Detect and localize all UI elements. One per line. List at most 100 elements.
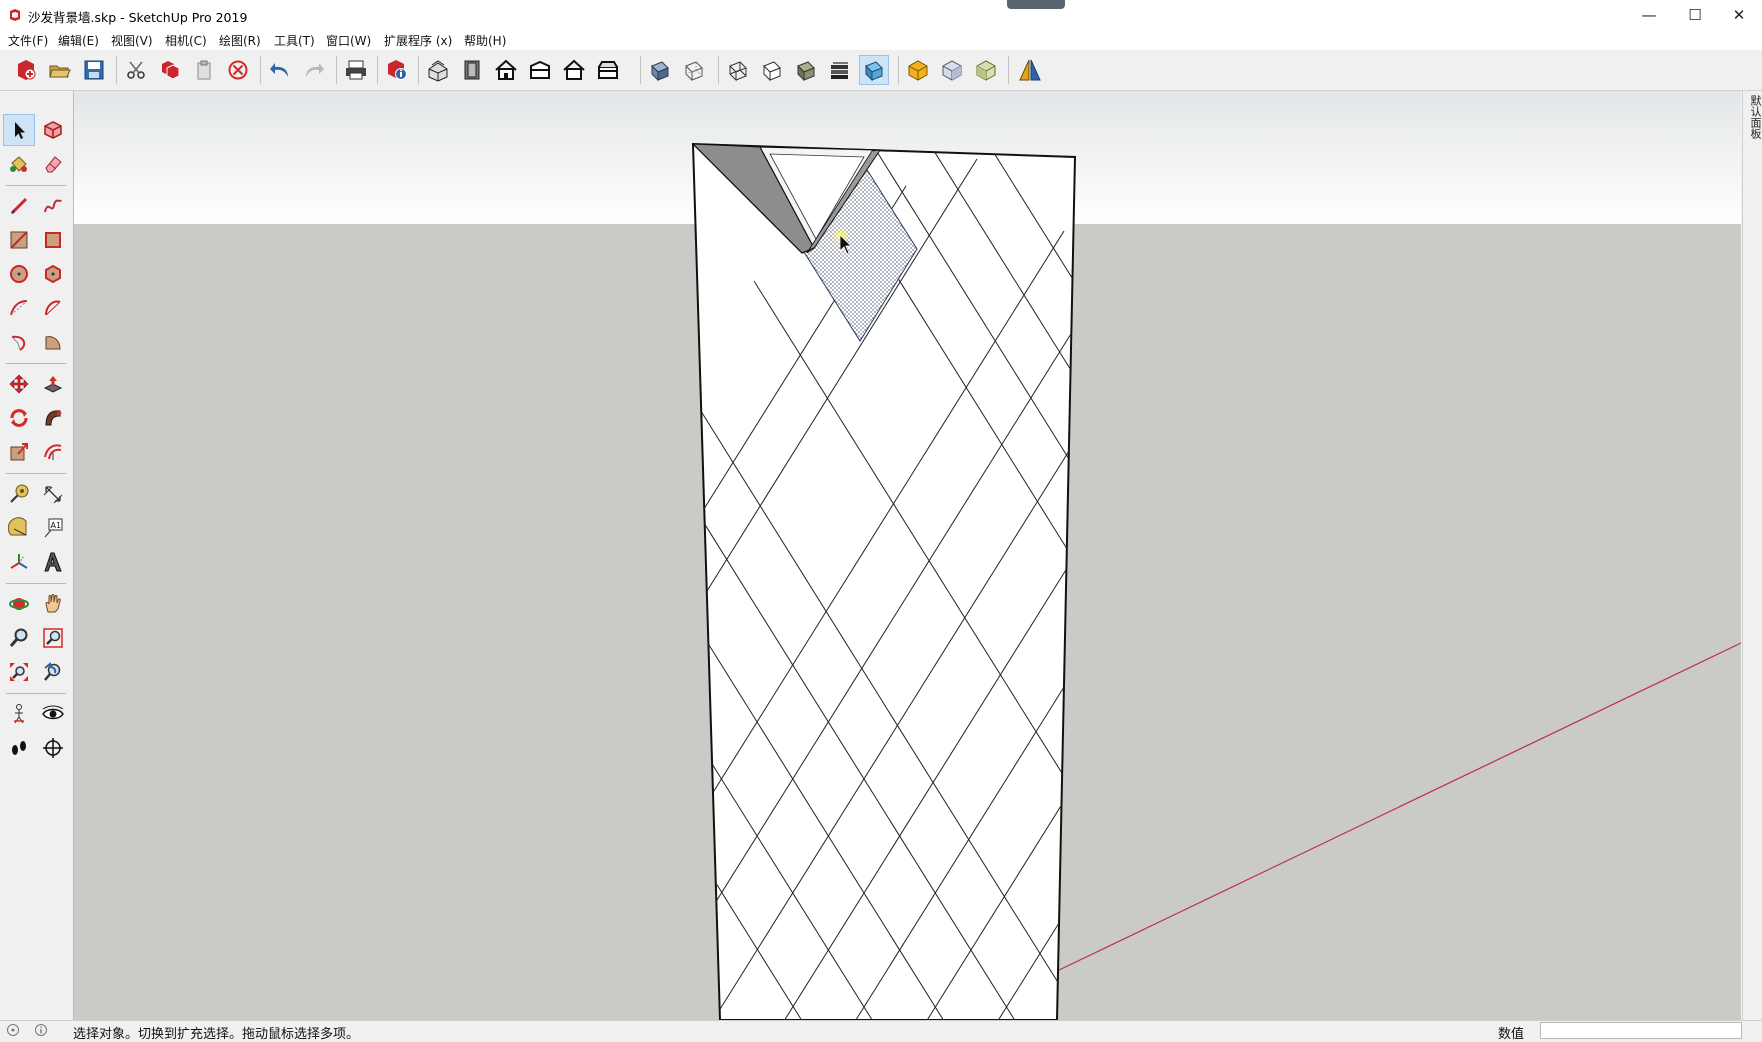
look-around-icon[interactable] <box>38 699 68 729</box>
menu-camera[interactable]: 相机(C) <box>165 32 207 49</box>
three-point-arc-icon[interactable] <box>4 327 34 357</box>
main-toolbar <box>0 50 1762 91</box>
walk-icon[interactable] <box>4 733 34 763</box>
toolbar-separator <box>418 56 419 84</box>
menu-tools[interactable]: 工具(T) <box>274 32 315 49</box>
model-info-icon[interactable] <box>383 56 411 84</box>
erase-icon[interactable] <box>224 56 252 84</box>
tray-label[interactable]: 默认面板 <box>1745 95 1762 139</box>
modeling-viewport[interactable] <box>74 91 1741 1020</box>
geo-location-icon[interactable] <box>6 1023 20 1037</box>
orbit-icon[interactable] <box>4 589 34 619</box>
menu-file[interactable]: 文件(F) <box>8 32 48 49</box>
eraser-icon[interactable] <box>38 149 68 179</box>
info-icon[interactable] <box>34 1023 48 1037</box>
arc-icon[interactable] <box>4 293 34 323</box>
tape-measure-icon[interactable] <box>4 479 34 509</box>
print-icon[interactable] <box>342 56 370 84</box>
toolbar-separator <box>898 56 899 84</box>
position-camera-icon[interactable] <box>4 699 34 729</box>
line-icon[interactable] <box>4 191 34 221</box>
back-edges-icon[interactable] <box>680 56 708 84</box>
previous-view-icon[interactable] <box>38 657 68 687</box>
protractor-icon[interactable] <box>4 513 34 543</box>
polygon-icon[interactable] <box>38 259 68 289</box>
maximize-button[interactable]: ☐ <box>1672 0 1718 30</box>
status-message: 选择对象。切换到扩充选择。拖动鼠标选择多项。 <box>73 1027 360 1042</box>
two-point-arc-icon[interactable] <box>38 293 68 323</box>
front-view-icon[interactable] <box>492 56 520 84</box>
redo-icon[interactable] <box>300 56 328 84</box>
right-view-icon[interactable] <box>526 56 554 84</box>
axes-icon[interactable] <box>4 547 34 577</box>
menu-edit[interactable]: 编辑(E) <box>58 32 99 49</box>
toolbar-separator <box>6 583 66 584</box>
shaded-icon[interactable] <box>792 56 820 84</box>
close-button[interactable]: ✕ <box>1716 0 1762 30</box>
window-title: 沙发背景墙.skp - SketchUp Pro 2019 <box>28 10 248 25</box>
paint-bucket-icon[interactable] <box>4 149 34 179</box>
left-view-icon[interactable] <box>594 56 622 84</box>
extension-warehouse-icon[interactable] <box>938 56 966 84</box>
monochrome-icon[interactable] <box>859 55 889 85</box>
back-view-icon[interactable] <box>560 56 588 84</box>
menu-extensions[interactable]: 扩展程序 (x) <box>384 32 452 49</box>
toolbar-separator <box>260 56 261 84</box>
section-plane-tool-icon[interactable] <box>38 733 68 763</box>
menu-help[interactable]: 帮助(H) <box>464 32 506 49</box>
sketchup-logo-icon <box>10 9 20 21</box>
select-icon[interactable] <box>3 114 35 146</box>
paste-icon[interactable] <box>190 56 218 84</box>
menu-window[interactable]: 窗口(W) <box>326 32 371 49</box>
toolbar-separator <box>718 56 719 84</box>
freehand-icon[interactable] <box>38 191 68 221</box>
layout-icon[interactable] <box>972 56 1000 84</box>
push-pull-icon[interactable] <box>38 369 68 399</box>
rotate-icon[interactable] <box>4 403 34 433</box>
toolbar-separator <box>1008 56 1009 84</box>
3d-text-icon[interactable] <box>38 547 68 577</box>
scale-icon[interactable] <box>4 437 34 467</box>
circle-icon[interactable] <box>4 259 34 289</box>
make-component-icon[interactable] <box>38 115 68 145</box>
pie-icon[interactable] <box>38 327 68 357</box>
menu-draw[interactable]: 绘图(R) <box>219 32 261 49</box>
text-icon[interactable]: A1 <box>38 513 68 543</box>
zoom-icon[interactable] <box>4 623 34 653</box>
wireframe-icon[interactable] <box>724 56 752 84</box>
menu-view[interactable]: 视图(V) <box>111 32 153 49</box>
xray-icon[interactable] <box>646 56 674 84</box>
save-icon[interactable] <box>80 56 108 84</box>
scene-canvas[interactable] <box>74 91 1741 1020</box>
section-plane-icon[interactable] <box>1016 56 1044 84</box>
default-tray[interactable]: 默认面板 <box>1742 91 1762 1020</box>
minimize-button[interactable]: — <box>1626 0 1672 30</box>
dimension-icon[interactable] <box>38 479 68 509</box>
zoom-window-icon[interactable] <box>38 623 68 653</box>
offset-icon[interactable] <box>38 437 68 467</box>
3d-warehouse-icon[interactable] <box>904 56 932 84</box>
drag-handle[interactable] <box>1007 0 1065 9</box>
toolbar-separator <box>116 56 117 84</box>
measurements-input[interactable] <box>1540 1022 1742 1039</box>
toolbar-separator <box>6 363 66 364</box>
top-view-icon[interactable] <box>458 56 486 84</box>
hidden-line-icon[interactable] <box>758 56 786 84</box>
copy-icon[interactable] <box>156 56 184 84</box>
follow-me-icon[interactable] <box>38 403 68 433</box>
toolbar-separator <box>6 473 66 474</box>
zoom-extents-icon[interactable] <box>4 657 34 687</box>
svg-text:A1: A1 <box>51 521 62 530</box>
rotated-rectangle-icon[interactable] <box>38 225 68 255</box>
shaded-textures-icon[interactable] <box>826 56 854 84</box>
pan-icon[interactable] <box>38 589 68 619</box>
undo-icon[interactable] <box>266 56 294 84</box>
cut-icon[interactable] <box>122 56 150 84</box>
move-icon[interactable] <box>4 369 34 399</box>
rectangle-icon[interactable] <box>4 225 34 255</box>
title-bar: 沙发背景墙.skp - SketchUp Pro 2019 — ☐ ✕ <box>0 0 1762 30</box>
open-file-icon[interactable] <box>46 56 74 84</box>
new-file-icon[interactable] <box>12 56 40 84</box>
toolbar-separator <box>6 693 66 694</box>
iso-view-icon[interactable] <box>424 56 452 84</box>
